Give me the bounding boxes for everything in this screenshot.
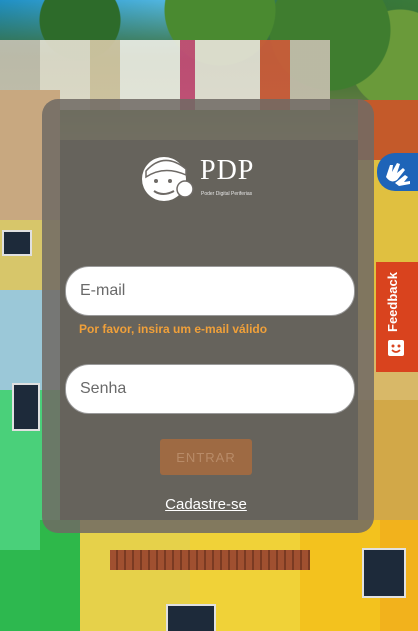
email-input[interactable] (66, 267, 354, 315)
brand-logo: PDP Poder Digital Periferias (136, 151, 276, 203)
smile-face-icon (388, 340, 404, 356)
login-card: PDP Poder Digital Periferias Por favor, … (42, 99, 374, 533)
accessibility-button[interactable] (377, 153, 418, 191)
email-error-message: Por favor, insira um e-mail válido (79, 322, 268, 336)
brand-name: PDP (200, 155, 255, 186)
password-field[interactable] (65, 364, 355, 414)
user-cap-icon (142, 157, 194, 201)
sign-language-hands-icon (386, 163, 410, 186)
feedback-tab[interactable]: Feedback (376, 262, 418, 372)
login-submit-button[interactable]: ENTRAR (160, 439, 252, 475)
email-field[interactable] (65, 266, 355, 316)
brand-tagline: Poder Digital Periferias (201, 191, 253, 197)
password-input[interactable] (66, 365, 354, 413)
feedback-label: Feedback (385, 272, 400, 332)
signup-link[interactable]: Cadastre-se (161, 496, 251, 513)
